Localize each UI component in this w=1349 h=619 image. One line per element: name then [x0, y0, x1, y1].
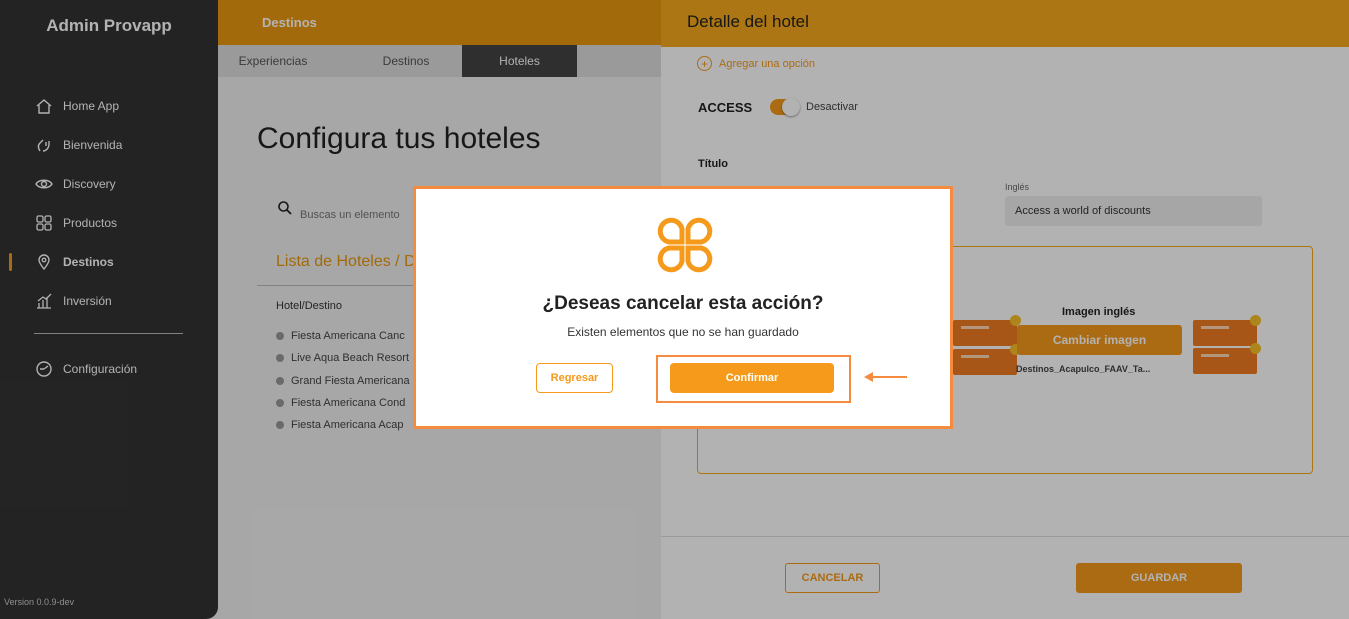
dialog-title: ¿Deseas cancelar esta acción?: [542, 293, 824, 314]
confirm-button[interactable]: Confirmar: [670, 363, 834, 393]
clover-logo-icon: [655, 215, 715, 280]
dialog-subtitle: Existen elementos que no se han guardado: [567, 325, 799, 339]
back-button[interactable]: Regresar: [536, 363, 613, 393]
arrow-left-icon: [863, 370, 909, 389]
confirm-dialog: ¿Deseas cancelar esta acción? Existen el…: [413, 186, 953, 429]
